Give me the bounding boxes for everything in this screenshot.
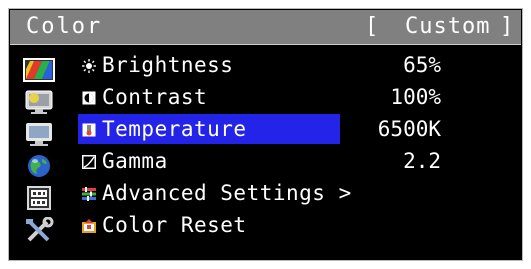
menu-item-label: Gamma bbox=[102, 149, 168, 173]
menu-item-value: 6500K bbox=[377, 117, 441, 141]
color-mode-value: Custom bbox=[405, 14, 491, 39]
abc-123-icon[interactable] bbox=[20, 185, 60, 211]
monitor-settings-icon[interactable] bbox=[20, 121, 60, 147]
temperature-icon bbox=[82, 122, 96, 137]
menu-item-label: Contrast bbox=[102, 85, 208, 109]
brightness-icon bbox=[82, 58, 96, 73]
menu-item-contrast[interactable]: Contrast 100% bbox=[74, 82, 521, 112]
tools-icon[interactable] bbox=[20, 217, 60, 243]
menu-item-advanced-settings[interactable]: Advanced Settings > bbox=[74, 178, 521, 208]
menu-items: Brightness 65% Contrast 100% Temperature… bbox=[74, 45, 521, 259]
menu-item-value: 2.2 bbox=[403, 149, 441, 173]
mode-left-bracket: [ bbox=[365, 14, 379, 39]
menu-item-gamma[interactable]: Gamma 2.2 bbox=[74, 146, 521, 176]
color-icon[interactable] bbox=[20, 57, 60, 83]
menu-item-label: Brightness bbox=[102, 53, 234, 77]
globe-icon[interactable] bbox=[20, 153, 60, 179]
menu-item-value: 65% bbox=[403, 53, 441, 77]
menu-header: Color [ Custom ] bbox=[10, 10, 521, 45]
gamma-icon bbox=[82, 154, 96, 169]
menu-item-brightness[interactable]: Brightness 65% bbox=[74, 50, 521, 80]
menu-sidebar bbox=[10, 45, 74, 259]
osd-menu: Color [ Custom ] Brightness 65% Contrast… bbox=[8, 8, 523, 261]
menu-item-color-reset[interactable]: Color Reset bbox=[74, 210, 521, 240]
menu-item-temperature[interactable]: Temperature 6500K bbox=[74, 114, 521, 144]
screen-icon[interactable] bbox=[20, 89, 60, 115]
color-reset-icon bbox=[82, 218, 96, 233]
menu-item-label: Advanced Settings > bbox=[102, 181, 352, 205]
mode-right-bracket: ] bbox=[500, 14, 514, 39]
menu-item-label: Color Reset bbox=[102, 213, 247, 237]
menu-title: Color bbox=[26, 14, 103, 39]
menu-item-value: 100% bbox=[390, 85, 441, 109]
menu-item-label: Temperature bbox=[102, 117, 247, 141]
contrast-icon bbox=[82, 90, 96, 105]
advanced-settings-icon bbox=[82, 186, 96, 201]
